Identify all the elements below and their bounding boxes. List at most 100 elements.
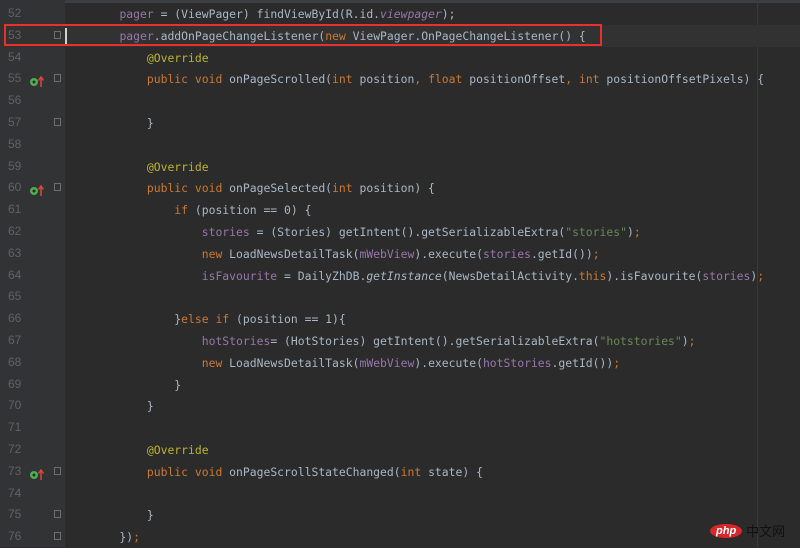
fold-marker-icon[interactable] bbox=[54, 466, 61, 475]
line-number: 57 bbox=[8, 115, 22, 129]
code-line[interactable]: 74 bbox=[0, 483, 800, 505]
line-number: 52 bbox=[8, 6, 22, 20]
code-text: hotStories= (HotStories) getIntent().get… bbox=[92, 334, 696, 348]
override-method-icon[interactable] bbox=[29, 73, 47, 88]
code-line[interactable]: 67 hotStories= (HotStories) getIntent().… bbox=[0, 330, 800, 352]
override-method-icon[interactable] bbox=[29, 466, 47, 480]
code-token: = (ViewPager) findViewById(R.id. bbox=[153, 7, 381, 21]
fold-marker-icon[interactable] bbox=[54, 118, 61, 126]
watermark-logo: php 中文网 bbox=[710, 521, 785, 540]
fold-marker-icon[interactable] bbox=[54, 183, 61, 192]
code-token: LoadNewsDetailTask( bbox=[229, 355, 360, 370]
code-token: }) bbox=[92, 530, 134, 545]
code-token: ; bbox=[133, 530, 141, 545]
code-token: ; bbox=[688, 334, 696, 348]
code-line[interactable]: 64 isFavourite = DailyZhDB.getInstance(N… bbox=[0, 265, 800, 287]
code-token: if bbox=[174, 203, 195, 218]
line-number: 55 bbox=[8, 71, 22, 86]
code-token: getInstance bbox=[366, 268, 442, 283]
code-token: ; bbox=[757, 268, 765, 283]
code-token: float bbox=[428, 72, 470, 87]
code-line[interactable]: 75 } bbox=[0, 504, 800, 526]
code-token: .getId()) bbox=[530, 246, 593, 261]
code-text: isFavourite = DailyZhDB.getInstance(News… bbox=[92, 269, 764, 283]
code-token: onPageSelected( bbox=[229, 181, 333, 196]
code-token: viewpager bbox=[380, 7, 442, 21]
code-text: @Override bbox=[92, 443, 209, 457]
code-token: ); bbox=[441, 7, 456, 21]
highlight-box bbox=[4, 24, 602, 46]
code-token: hotStories bbox=[201, 334, 271, 348]
code-token: ).execute( bbox=[414, 355, 483, 370]
code-token: mWebView bbox=[359, 246, 415, 261]
code-line[interactable]: 54 @Override bbox=[0, 47, 800, 69]
code-token: ; bbox=[613, 355, 621, 370]
code-line[interactable]: 73 public void onPageScrollStateChanged(… bbox=[0, 461, 800, 483]
code-token: LoadNewsDetailTask( bbox=[229, 246, 360, 261]
code-line[interactable]: 66 }else if (position == 1){ bbox=[0, 308, 800, 330]
code-line[interactable]: 55 public void onPageScrolled(int positi… bbox=[0, 68, 800, 90]
code-line[interactable]: 60 public void onPageSelected(int positi… bbox=[0, 177, 800, 199]
fold-marker-icon[interactable] bbox=[54, 74, 61, 83]
code-line[interactable]: 58 bbox=[0, 134, 800, 156]
code-token: stories bbox=[201, 225, 250, 239]
code-text: } bbox=[92, 116, 154, 130]
line-number: 65 bbox=[8, 289, 22, 304]
code-text: } bbox=[92, 508, 154, 522]
code-token: .getId()) bbox=[551, 355, 614, 370]
code-token: ).isFavourite( bbox=[606, 268, 703, 283]
line-number: 70 bbox=[8, 398, 22, 413]
line-number: 72 bbox=[8, 442, 22, 456]
code-token: hotStories bbox=[482, 355, 552, 370]
code-token: } bbox=[92, 399, 154, 414]
code-line[interactable]: 59 @Override bbox=[0, 156, 800, 178]
code-token: ) bbox=[681, 334, 689, 348]
line-number: 66 bbox=[8, 311, 22, 326]
watermark-text: 中文网 bbox=[746, 525, 786, 540]
code-token: "stories" bbox=[565, 225, 627, 239]
code-line[interactable]: 68 new LoadNewsDetailTask(mWebView).exec… bbox=[0, 352, 800, 374]
code-line[interactable]: 57 } bbox=[0, 112, 800, 134]
line-number: 75 bbox=[8, 507, 22, 522]
code-text: } bbox=[92, 399, 154, 413]
code-token: public void bbox=[146, 464, 230, 479]
code-token: else if bbox=[181, 312, 237, 327]
code-token: = (Stories) getIntent().getSerializableE… bbox=[249, 225, 566, 239]
code-token: onPageScrollStateChanged( bbox=[229, 464, 401, 479]
code-token: (position == 1){ bbox=[236, 312, 346, 327]
fold-marker-icon[interactable] bbox=[54, 510, 61, 519]
code-line[interactable]: 71 bbox=[0, 417, 800, 439]
code-line[interactable]: 65 bbox=[0, 286, 800, 308]
code-token: @Override bbox=[146, 159, 209, 174]
code-line[interactable]: 69 } bbox=[0, 374, 800, 396]
code-token: @Override bbox=[146, 443, 209, 457]
code-text: @Override bbox=[92, 51, 209, 65]
code-text: @Override bbox=[92, 160, 209, 174]
line-number: 59 bbox=[8, 158, 22, 173]
code-token: int bbox=[332, 72, 360, 87]
code-line[interactable]: 61 if (position == 0) { bbox=[0, 199, 800, 221]
code-line[interactable]: 62 stories = (Stories) getIntent().getSe… bbox=[0, 221, 800, 243]
code-line[interactable]: 63 new LoadNewsDetailTask(mWebView).exec… bbox=[0, 243, 800, 265]
override-method-icon[interactable] bbox=[29, 182, 47, 197]
code-token: int bbox=[400, 464, 429, 479]
line-number: 74 bbox=[8, 485, 22, 500]
fold-marker-icon[interactable] bbox=[54, 532, 61, 541]
code-token: position) { bbox=[359, 181, 435, 196]
code-token: = (HotStories) getIntent().getSerializab… bbox=[270, 334, 600, 348]
code-line[interactable]: 72 @Override bbox=[0, 439, 800, 461]
code-token: mWebView bbox=[359, 355, 415, 370]
code-line[interactable]: 70 } bbox=[0, 395, 800, 417]
code-line[interactable]: 56 bbox=[0, 90, 800, 112]
code-line[interactable]: 52 pager = (ViewPager) findViewById(R.id… bbox=[0, 3, 800, 25]
code-line[interactable]: 76 }); bbox=[0, 526, 800, 548]
code-text: stories = (Stories) getIntent().getSeria… bbox=[92, 225, 641, 239]
